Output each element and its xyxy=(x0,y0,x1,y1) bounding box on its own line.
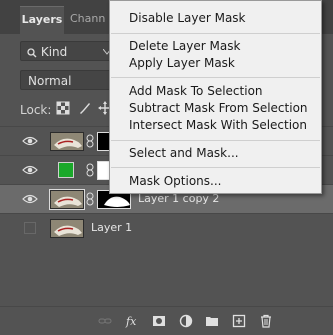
menu-separator xyxy=(111,33,320,34)
lock-transparent-pixels-icon[interactable] xyxy=(56,101,70,115)
eye-icon[interactable] xyxy=(22,135,38,147)
layer-row-layer1[interactable]: Layer 1 xyxy=(0,213,333,243)
menu-item-select-and-mask[interactable]: Select and Mask... xyxy=(129,145,239,162)
folder-icon[interactable] xyxy=(205,314,219,328)
layer-thumbnail[interactable] xyxy=(50,132,84,151)
lock-label: Lock: xyxy=(20,103,52,117)
layer-thumbnail[interactable] xyxy=(49,189,85,210)
menu-item-intersect-mask-with-selection[interactable]: Intersect Mask With Selection xyxy=(129,117,307,134)
blend-mode-value: Normal xyxy=(28,74,72,88)
search-icon xyxy=(27,47,37,57)
eye-icon[interactable] xyxy=(22,164,38,176)
filter-kind-select[interactable]: Kind xyxy=(20,41,116,61)
menu-item-subtract-mask-from-selection[interactable]: Subtract Mask From Selection xyxy=(129,100,308,117)
menu-separator xyxy=(111,140,320,141)
fx-icon[interactable]: fx xyxy=(125,314,139,328)
menu-separator xyxy=(111,167,320,168)
link-icon[interactable] xyxy=(86,192,94,206)
trash-icon[interactable] xyxy=(259,314,273,328)
lock-image-pixels-icon[interactable] xyxy=(78,101,92,115)
tab-channels[interactable]: Chann xyxy=(70,6,110,34)
tab-layers[interactable]: Layers xyxy=(20,6,64,35)
layer-thumbnail[interactable] xyxy=(50,219,84,238)
layers-bottom-toolbar: fx xyxy=(0,306,333,335)
menu-item-apply-layer-mask[interactable]: Apply Layer Mask xyxy=(129,55,235,72)
menu-item-delete-layer-mask[interactable]: Delete Layer Mask xyxy=(129,38,240,55)
svg-text:fx: fx xyxy=(125,315,137,328)
menu-item-add-mask-to-selection[interactable]: Add Mask To Selection xyxy=(129,83,263,100)
new-layer-icon[interactable] xyxy=(232,314,246,328)
add-mask-icon[interactable] xyxy=(152,314,166,328)
link-icon[interactable] xyxy=(98,314,112,328)
layer-mask-context-menu: Disable Layer Mask Delete Layer Mask App… xyxy=(109,0,322,194)
menu-separator xyxy=(111,77,320,78)
menu-item-mask-options[interactable]: Mask Options... xyxy=(129,173,221,190)
eye-icon[interactable] xyxy=(22,193,38,205)
blend-mode-select[interactable]: Normal xyxy=(20,70,116,90)
link-icon[interactable] xyxy=(86,163,94,177)
adjustment-icon[interactable] xyxy=(179,314,193,328)
fill-color-thumbnail[interactable] xyxy=(58,162,74,178)
visibility-toggle[interactable] xyxy=(24,222,36,234)
link-icon[interactable] xyxy=(86,134,94,148)
filter-kind-label: Kind xyxy=(40,45,68,59)
layer-name[interactable]: Layer 1 xyxy=(91,221,132,234)
menu-item-disable-layer-mask[interactable]: Disable Layer Mask xyxy=(129,10,246,27)
